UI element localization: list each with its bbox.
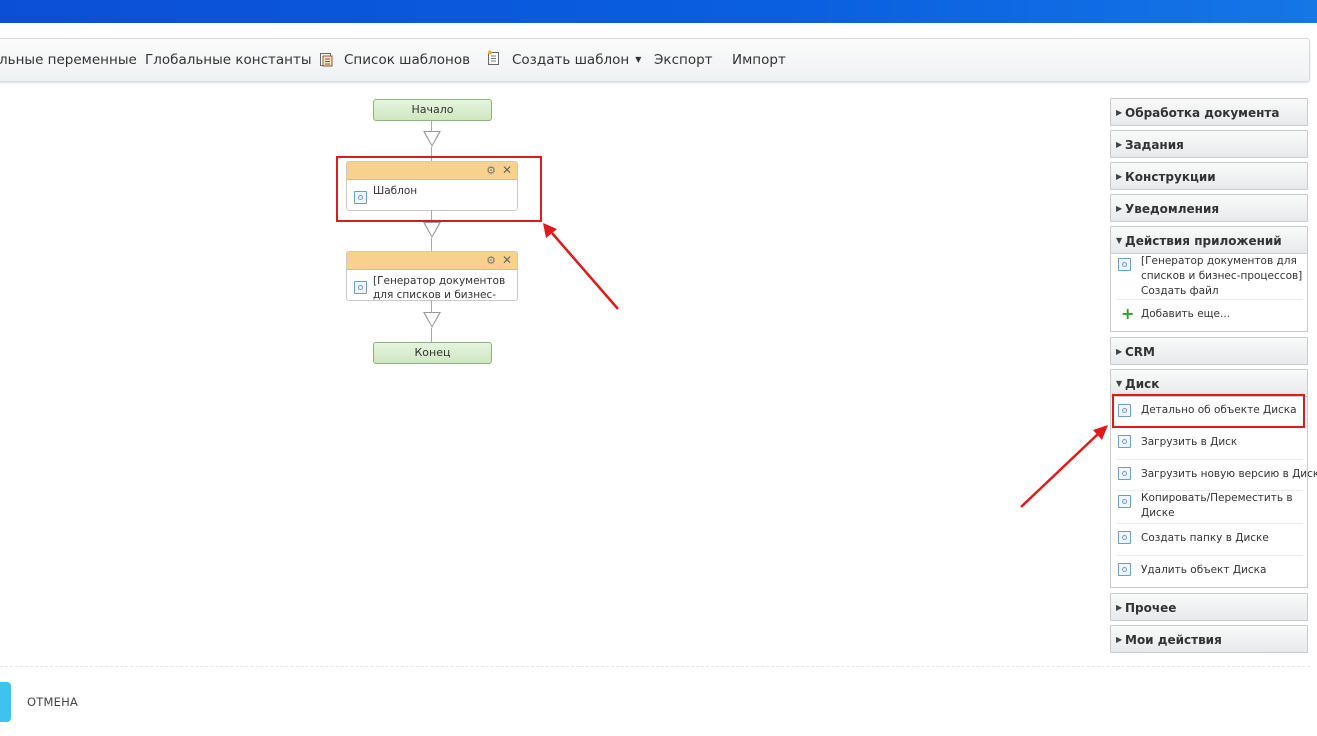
footer-divider bbox=[0, 666, 1310, 667]
cancel-button[interactable]: ОТМЕНА bbox=[27, 695, 78, 709]
annotation-arrows bbox=[543, 223, 1108, 508]
annotation-arrow-line bbox=[1020, 433, 1099, 508]
annotation-arrow-line bbox=[551, 232, 619, 310]
primary-button-edge[interactable] bbox=[0, 682, 11, 722]
